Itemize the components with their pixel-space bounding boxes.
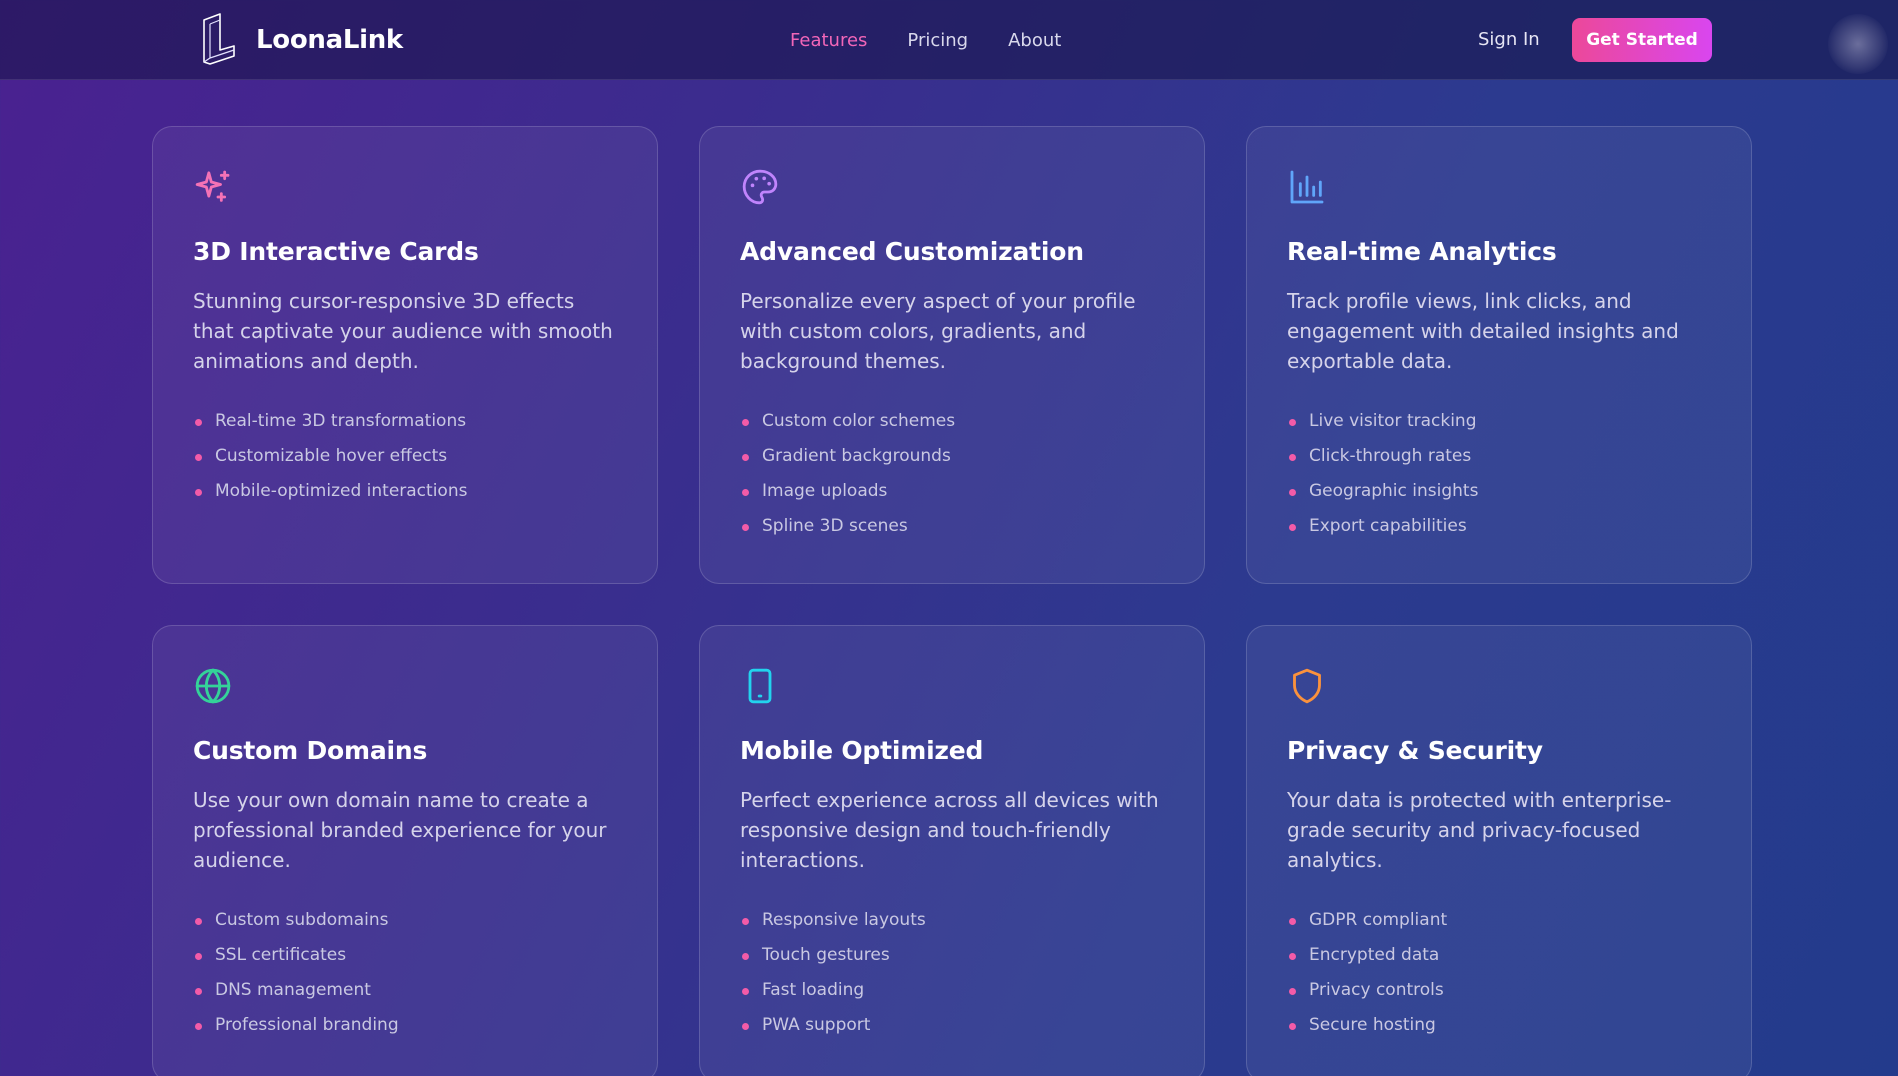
- feature-card-advanced-customization: Advanced Customization Personalize every…: [699, 126, 1205, 584]
- feature-bullet: Live visitor tracking: [1287, 404, 1711, 439]
- feature-bullet-list: Responsive layouts Touch gestures Fast l…: [740, 903, 1164, 1043]
- feature-description: Stunning cursor-responsive 3D effects th…: [193, 289, 613, 373]
- feature-bullet-list: Real-time 3D transformations Customizabl…: [193, 404, 617, 509]
- globe-icon: [195, 668, 231, 704]
- feature-bullet: Mobile-optimized interactions: [193, 474, 617, 509]
- feature-title: Advanced Customization: [740, 237, 1084, 266]
- feature-bullet: DNS management: [193, 973, 617, 1008]
- brand-logo[interactable]: LoonaLink: [198, 12, 403, 68]
- brand-name: LoonaLink: [256, 25, 403, 55]
- smartphone-icon: [748, 668, 772, 704]
- feature-title: Custom Domains: [193, 736, 428, 765]
- feature-bullet: Export capabilities: [1287, 509, 1711, 544]
- main-nav: Features Pricing About: [790, 0, 1061, 80]
- feature-bullet: Click-through rates: [1287, 439, 1711, 474]
- features-grid: 3D Interactive Cards Stunning cursor-res…: [152, 126, 1752, 1076]
- feature-bullet: Gradient backgrounds: [740, 439, 1164, 474]
- top-navbar: LoonaLink Features Pricing About Sign In…: [0, 0, 1898, 80]
- feature-card-privacy-security: Privacy & Security Your data is protecte…: [1246, 625, 1752, 1076]
- feature-title: Privacy & Security: [1287, 736, 1543, 765]
- feature-bullet: Spline 3D scenes: [740, 509, 1164, 544]
- feature-description: Perfect experience across all devices wi…: [740, 788, 1159, 872]
- feature-card-mobile-optimized: Mobile Optimized Perfect experience acro…: [699, 625, 1205, 1076]
- feature-card-3d-interactive-cards: 3D Interactive Cards Stunning cursor-res…: [152, 126, 658, 584]
- feature-bullet-list: GDPR compliant Encrypted data Privacy co…: [1287, 903, 1711, 1043]
- feature-bullet: Custom color schemes: [740, 404, 1164, 439]
- feature-card-custom-domains: Custom Domains Use your own domain name …: [152, 625, 658, 1076]
- feature-bullet-list: Live visitor tracking Click-through rate…: [1287, 404, 1711, 544]
- feature-bullet: PWA support: [740, 1008, 1164, 1043]
- logo-mark-icon: [203, 13, 235, 65]
- feature-bullet: Touch gestures: [740, 938, 1164, 973]
- feature-bullet: Privacy controls: [1287, 973, 1711, 1008]
- feature-bullet: Fast loading: [740, 973, 1164, 1008]
- feature-title: 3D Interactive Cards: [193, 237, 479, 266]
- feature-bullet: Geographic insights: [1287, 474, 1711, 509]
- nav-link-pricing[interactable]: Pricing: [907, 30, 968, 51]
- bar-chart-icon: [1290, 170, 1324, 204]
- feature-bullet: Professional branding: [193, 1008, 617, 1043]
- avatar[interactable]: [1828, 14, 1888, 74]
- feature-bullet: Custom subdomains: [193, 903, 617, 938]
- feature-description: Your data is protected with enterprise-g…: [1287, 788, 1672, 872]
- feature-bullet: Responsive layouts: [740, 903, 1164, 938]
- feature-title: Mobile Optimized: [740, 736, 984, 765]
- palette-icon: [742, 169, 778, 205]
- feature-bullet: Secure hosting: [1287, 1008, 1711, 1043]
- feature-description: Use your own domain name to create a pro…: [193, 788, 607, 872]
- feature-bullet-list: Custom subdomains SSL certificates DNS m…: [193, 903, 617, 1043]
- feature-description: Personalize every aspect of your profile…: [740, 289, 1136, 373]
- sign-in-link[interactable]: Sign In: [1478, 0, 1540, 80]
- feature-card-real-time-analytics: Real-time Analytics Track profile views,…: [1246, 126, 1752, 584]
- feature-bullet-list: Custom color schemes Gradient background…: [740, 404, 1164, 544]
- nav-link-about[interactable]: About: [1008, 30, 1061, 51]
- get-started-button[interactable]: Get Started: [1572, 18, 1712, 62]
- feature-title: Real-time Analytics: [1287, 237, 1557, 266]
- feature-bullet: Customizable hover effects: [193, 439, 617, 474]
- feature-bullet: Image uploads: [740, 474, 1164, 509]
- feature-bullet: Real-time 3D transformations: [193, 404, 617, 439]
- feature-bullet: SSL certificates: [193, 938, 617, 973]
- shield-icon: [1293, 668, 1321, 704]
- nav-link-features[interactable]: Features: [790, 30, 867, 51]
- feature-description: Track profile views, link clicks, and en…: [1287, 289, 1679, 373]
- sparkles-icon: [195, 170, 230, 202]
- feature-bullet: GDPR compliant: [1287, 903, 1711, 938]
- feature-bullet: Encrypted data: [1287, 938, 1711, 973]
